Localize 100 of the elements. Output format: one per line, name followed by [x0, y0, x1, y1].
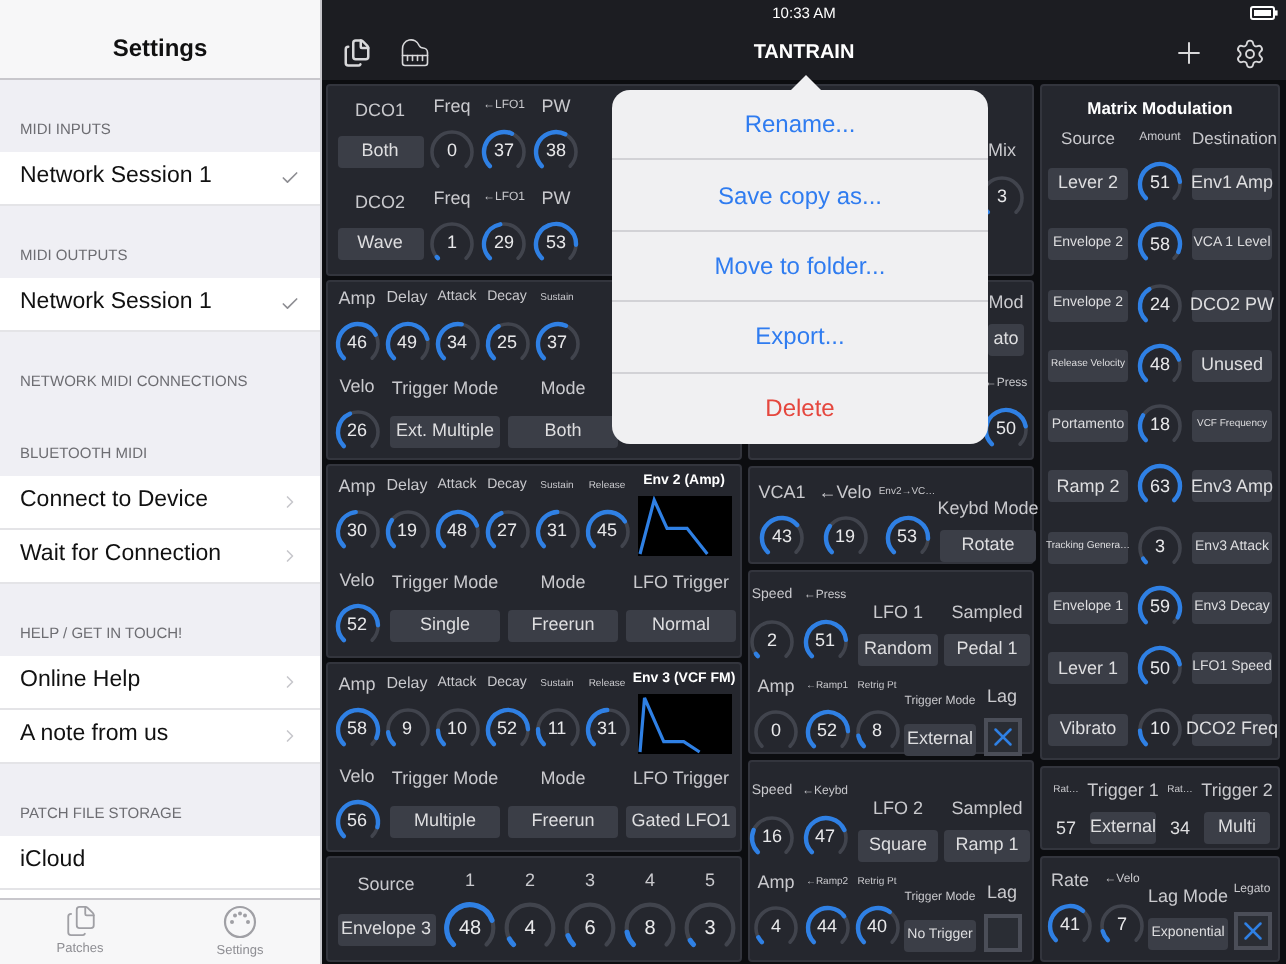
knob[interactable]: 52	[483, 705, 531, 753]
knob[interactable]: 3	[1136, 523, 1184, 572]
knob[interactable]: 0	[752, 708, 800, 756]
menu-item[interactable]: Export...	[612, 302, 988, 374]
selector-button[interactable]: External	[1090, 812, 1156, 844]
knob[interactable]: 53	[883, 514, 931, 562]
knob[interactable]: 31	[583, 705, 631, 753]
knob[interactable]: 31	[533, 508, 581, 556]
knob[interactable]: 50	[1136, 644, 1184, 693]
selector-button[interactable]: Wave	[337, 227, 423, 259]
selector-button[interactable]: Pedal 1	[944, 634, 1030, 666]
knob[interactable]: 58	[333, 705, 381, 753]
knob[interactable]: 0	[428, 127, 476, 175]
knob[interactable]: 37	[533, 319, 581, 367]
menu-item[interactable]: Rename...	[612, 90, 988, 161]
knob[interactable]: 11	[533, 705, 581, 753]
copy-icon[interactable]	[342, 38, 372, 68]
knob[interactable]: 48	[433, 508, 481, 556]
knob[interactable]: 3	[682, 900, 738, 956]
knob[interactable]: 6	[562, 900, 618, 956]
knob[interactable]: 8	[853, 708, 901, 756]
selector-button[interactable]: Vibrato	[1048, 713, 1128, 746]
knob[interactable]: 51	[801, 618, 849, 666]
knob[interactable]: 1	[428, 219, 476, 267]
selector-button[interactable]: Lever 2	[1048, 168, 1128, 200]
selector-button[interactable]: Multiple	[390, 805, 500, 837]
selector-button[interactable]: Ramp 1	[944, 830, 1030, 862]
knob[interactable]: 4	[502, 900, 558, 956]
knob[interactable]: 10	[1136, 705, 1184, 754]
selector-button[interactable]: Both	[508, 415, 618, 447]
knob[interactable]: 49	[383, 319, 431, 367]
settings-icon[interactable]	[1234, 37, 1266, 69]
knob[interactable]: 48	[1136, 341, 1184, 390]
knob[interactable]: 7	[1098, 902, 1146, 950]
knob[interactable]: 25	[483, 319, 531, 367]
control-label: Trigger Mode	[391, 570, 499, 594]
knob[interactable]: 26	[333, 407, 381, 455]
knob[interactable]: 51	[1136, 160, 1184, 208]
knob[interactable]: 56	[333, 797, 381, 845]
knob[interactable]: 40	[853, 904, 901, 952]
selector-button[interactable]: Env3 Amp	[1192, 470, 1272, 503]
knob[interactable]: 10	[433, 705, 481, 753]
selector-button[interactable]: Envelope 3	[337, 914, 435, 946]
knob[interactable]: 47	[801, 814, 849, 862]
knob[interactable]: 46	[333, 319, 381, 367]
knob[interactable]: 53	[532, 219, 580, 267]
control-label: Keybd Mode	[937, 496, 1039, 520]
knob[interactable]: 19	[821, 514, 869, 562]
selector-button[interactable]: DCO2 PW	[1192, 289, 1272, 322]
knob[interactable]: 52	[333, 602, 381, 650]
knob[interactable]: 43	[758, 514, 806, 562]
knob[interactable]: 38	[532, 127, 580, 175]
knob[interactable]: 52	[803, 708, 851, 756]
selector-button[interactable]: External	[904, 724, 976, 756]
selector-button[interactable]: ato	[988, 324, 1024, 356]
knob[interactable]: 9	[383, 705, 431, 753]
knob[interactable]: 45	[583, 508, 631, 556]
selector-button[interactable]: Lever 1	[1048, 652, 1128, 685]
selector-button[interactable]: Square	[858, 830, 938, 862]
piano-icon[interactable]	[400, 38, 430, 68]
knob[interactable]: 27	[483, 508, 531, 556]
knob[interactable]: 41	[1046, 902, 1094, 950]
knob[interactable]: 44	[803, 904, 851, 952]
selector-button[interactable]: Normal	[626, 610, 736, 642]
knob[interactable]: 29	[480, 219, 528, 267]
knob[interactable]: 18	[1136, 402, 1184, 451]
selector-button[interactable]: Freerun	[508, 805, 618, 837]
knob[interactable]: 48	[442, 900, 498, 956]
selector-button[interactable]: Ext. Multiple	[390, 415, 500, 447]
knob[interactable]: 58	[1136, 220, 1184, 269]
knob[interactable]: 2	[748, 618, 796, 666]
knob[interactable]: 59	[1136, 584, 1184, 633]
add-icon[interactable]	[1172, 36, 1206, 70]
selector-button[interactable]: Ramp 2	[1048, 470, 1128, 503]
knob[interactable]: 34	[433, 319, 481, 367]
knob[interactable]: 63	[1136, 462, 1184, 511]
checkbox[interactable]	[1233, 912, 1271, 950]
knob[interactable]: 37	[480, 127, 528, 175]
knob[interactable]: 30	[333, 508, 381, 556]
envelope-graph	[637, 693, 731, 753]
menu-item[interactable]: Move to folder...	[612, 231, 988, 303]
knob[interactable]: 24	[1136, 281, 1184, 330]
checkbox[interactable]	[983, 914, 1021, 952]
selector-button[interactable]: Multi	[1204, 812, 1270, 844]
checkbox[interactable]	[983, 718, 1021, 756]
selector-button[interactable]: Random	[858, 634, 938, 666]
selector-button[interactable]: Both	[337, 135, 423, 167]
knob[interactable]: 8	[622, 900, 678, 956]
selector-button[interactable]: Unused	[1192, 349, 1272, 382]
control-label: LFO Trigger	[632, 570, 729, 594]
selector-button[interactable]: Env1 Amp	[1192, 168, 1272, 200]
selector-button[interactable]: Freerun	[508, 610, 618, 642]
selector-button[interactable]: Gated LFO1	[626, 805, 736, 837]
menu-item[interactable]: Save copy as...	[612, 160, 988, 232]
selector-button[interactable]: Rotate	[940, 530, 1036, 562]
selector-button[interactable]: Single	[390, 610, 500, 642]
selector-button[interactable]: DCO2 Freq	[1192, 713, 1272, 746]
knob[interactable]: 16	[748, 814, 796, 862]
knob[interactable]: 4	[752, 904, 800, 952]
knob[interactable]: 19	[383, 508, 431, 556]
